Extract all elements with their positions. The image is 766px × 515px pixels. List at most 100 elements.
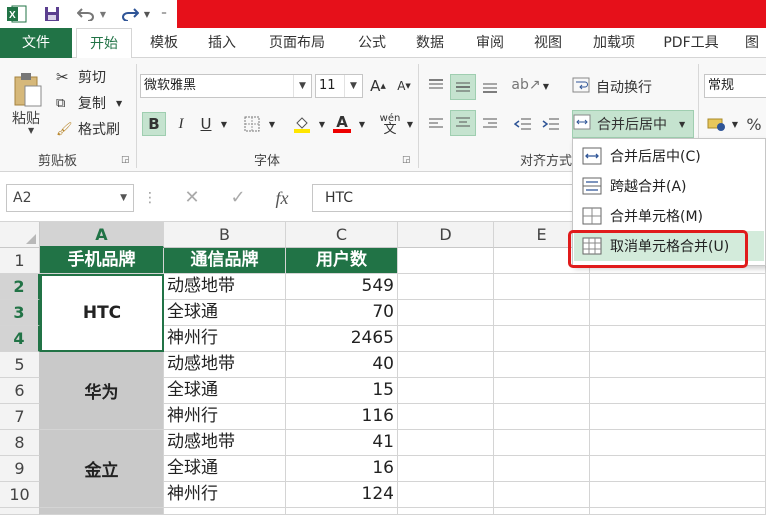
users-cell[interactable]: 70 — [286, 300, 398, 326]
undo-icon[interactable] — [74, 4, 98, 24]
chevron-down-icon[interactable]: ▼ — [293, 75, 311, 97]
row-header-5[interactable]: 5 — [0, 352, 40, 378]
number-format-combo[interactable]: 常规 — [704, 74, 766, 98]
format-painter-button[interactable]: 🖌 格式刷 — [56, 118, 136, 140]
bold-button[interactable]: B — [142, 112, 166, 136]
cut-button[interactable]: ✂ 剪切 — [56, 66, 136, 88]
paste-button[interactable] — [10, 66, 46, 114]
menu-item-merge-across[interactable]: 跨越合并(A) — [574, 171, 764, 201]
row-header-7[interactable]: 7 — [0, 404, 40, 430]
row-header-3[interactable]: 3 — [0, 300, 40, 326]
save-icon[interactable] — [40, 4, 64, 24]
chevron-down-icon[interactable]: ▼ — [679, 120, 685, 129]
header-cell-users[interactable]: 用户数 — [286, 248, 398, 274]
tab-page-layout[interactable]: 页面布局 — [256, 28, 338, 58]
align-left-icon[interactable] — [424, 112, 448, 136]
column-header-a[interactable]: A — [40, 222, 164, 248]
column-header-d[interactable]: D — [398, 222, 494, 248]
tab-formulas[interactable]: 公式 — [346, 28, 398, 58]
carrier-cell[interactable]: 动感地带 — [164, 274, 286, 300]
redo-icon[interactable] — [118, 4, 142, 24]
tab-pdf-tools[interactable]: PDF工具 — [656, 28, 726, 58]
grid-cell[interactable] — [590, 456, 766, 482]
merged-cell-jinli[interactable]: 金立 — [40, 430, 164, 508]
decrease-indent-icon[interactable] — [510, 112, 536, 136]
align-right-icon[interactable] — [478, 112, 502, 136]
grid-cell[interactable] — [590, 482, 766, 508]
borders-dropdown-icon[interactable]: ▼ — [266, 112, 278, 136]
column-header-b[interactable]: B — [164, 222, 286, 248]
row-header-10[interactable]: 10 — [0, 482, 40, 508]
grid-cell[interactable] — [590, 430, 766, 456]
menu-item-merge-center[interactable]: 合并后居中(C) — [574, 141, 764, 171]
grid-cell[interactable] — [494, 508, 590, 515]
grid-cell[interactable] — [494, 300, 590, 326]
increase-indent-icon[interactable] — [538, 112, 564, 136]
carrier-cell[interactable]: 动感地带 — [164, 430, 286, 456]
header-cell-brand[interactable]: 手机品牌 — [40, 248, 164, 274]
fill-color-dropdown-icon[interactable]: ▼ — [316, 112, 328, 136]
grid-cell[interactable] — [590, 404, 766, 430]
percent-button[interactable]: % — [742, 112, 766, 136]
users-cell[interactable]: 16 — [286, 456, 398, 482]
grid-cell[interactable] — [398, 456, 494, 482]
carrier-cell[interactable]: 神州行 — [164, 404, 286, 430]
align-top-icon[interactable] — [424, 74, 448, 98]
align-center-icon[interactable] — [450, 110, 476, 136]
paste-dropdown-icon[interactable]: ▼ — [28, 126, 34, 135]
grid-cell[interactable] — [494, 352, 590, 378]
row-header-4[interactable]: 4 — [0, 326, 40, 352]
undo-dropdown-icon[interactable]: ▼ — [98, 4, 108, 24]
grid-cell[interactable] — [398, 482, 494, 508]
merged-cell-huawei[interactable]: 华为 — [40, 352, 164, 430]
clipboard-launcher-icon[interactable]: ◲ — [121, 155, 130, 165]
insert-function-icon[interactable]: fx — [262, 184, 302, 212]
underline-dropdown-icon[interactable]: ▼ — [218, 112, 230, 136]
copy-button[interactable]: ⧉ 复制 ▼ — [56, 92, 136, 114]
font-launcher-icon[interactable]: ◲ — [402, 155, 411, 165]
column-header-c[interactable]: C — [286, 222, 398, 248]
users-cell[interactable]: 116 — [286, 404, 398, 430]
menu-item-merge-cells[interactable]: 合并单元格(M) — [574, 201, 764, 231]
copy-dropdown-icon[interactable]: ▼ — [116, 99, 122, 108]
carrier-cell[interactable]: 全球通 — [164, 456, 286, 482]
grid-cell[interactable] — [590, 326, 766, 352]
tab-more[interactable]: 图 — [738, 28, 766, 58]
carrier-cell[interactable]: 动感地带 — [164, 352, 286, 378]
select-all-button[interactable] — [0, 222, 40, 248]
tab-file[interactable]: 文件 — [0, 28, 72, 58]
tab-home[interactable]: 开始 — [76, 28, 132, 59]
redo-dropdown-icon[interactable]: ▼ — [142, 4, 152, 24]
phonetic-guide-icon[interactable]: wén 文 — [376, 110, 404, 138]
grid-cell[interactable] — [398, 274, 494, 300]
grid-cell[interactable] — [590, 352, 766, 378]
carrier-cell[interactable]: 全球通 — [164, 378, 286, 404]
row-header-8[interactable]: 8 — [0, 430, 40, 456]
grid-cell[interactable] — [164, 508, 286, 515]
row-header-6[interactable]: 6 — [0, 378, 40, 404]
orientation-dropdown-icon[interactable]: ▼ — [540, 74, 552, 98]
grid-cell[interactable] — [398, 352, 494, 378]
chevron-down-icon[interactable]: ▼ — [344, 75, 362, 97]
row-header-9[interactable]: 9 — [0, 456, 40, 482]
grid-cell[interactable] — [398, 326, 494, 352]
tab-view[interactable]: 视图 — [522, 28, 574, 58]
align-middle-icon[interactable] — [450, 74, 476, 100]
merge-center-button[interactable]: 合并后居中 ▼ — [572, 110, 694, 138]
tab-addins[interactable]: 加载项 — [582, 28, 646, 58]
increase-font-icon[interactable]: A ▲ — [368, 74, 388, 98]
row-header-11[interactable] — [0, 508, 40, 515]
grid-cell[interactable] — [494, 456, 590, 482]
font-name-combo[interactable]: 微软雅黑 ▼ — [140, 74, 312, 98]
users-cell[interactable]: 2465 — [286, 326, 398, 352]
grid-cell[interactable] — [286, 508, 398, 515]
fill-color-icon[interactable] — [290, 112, 314, 136]
grid-cell[interactable] — [398, 430, 494, 456]
font-color-dropdown-icon[interactable]: ▼ — [356, 112, 368, 136]
tab-template[interactable]: 模板 — [138, 28, 190, 58]
row-header-2[interactable]: 2 — [0, 274, 40, 300]
orientation-icon[interactable]: ab↗ — [511, 72, 540, 98]
carrier-cell[interactable]: 神州行 — [164, 482, 286, 508]
grid-cell[interactable] — [590, 508, 766, 515]
chevron-down-icon[interactable]: ▼ — [120, 185, 127, 211]
